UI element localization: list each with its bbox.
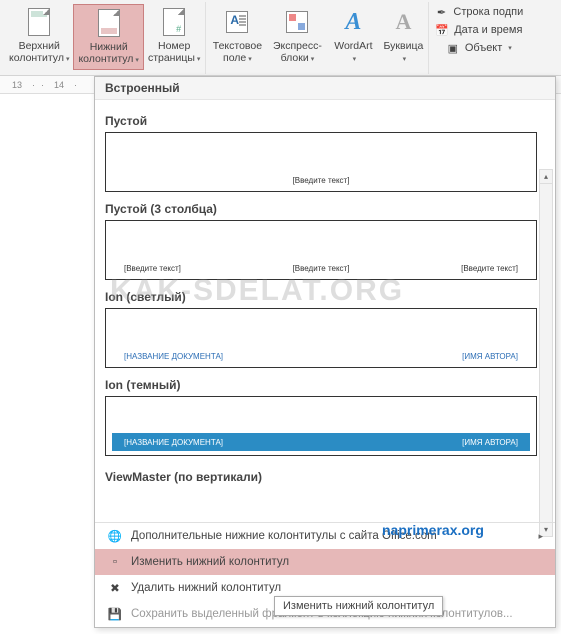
ribbon-group-insert-side: ✒ Строка подпи 📅 Дата и время ▣ Объект ▾ <box>429 2 527 74</box>
dropcap-button[interactable]: A Буквица ▾ <box>379 4 427 68</box>
placeholder-text: [Введите текст] <box>293 264 350 273</box>
wordart-label1: WordArt <box>334 40 372 52</box>
quickparts-button[interactable]: Экспресс-блоки▾ <box>267 4 327 68</box>
delete-icon: ✖ <box>107 580 123 596</box>
placeholder-author: [ИМЯ АВТОРА] <box>462 438 518 447</box>
wordart-icon: A <box>337 6 369 38</box>
chevron-right-icon: ▸ <box>538 531 543 542</box>
gallery-section-title-empty: Пустой <box>105 114 537 128</box>
header-button[interactable]: Верхнийколонтитул▾ <box>5 4 73 70</box>
pagenum-label2: страницы <box>148 52 195 64</box>
object-label: Объект <box>465 42 502 54</box>
chevron-down-icon: ▾ <box>248 56 252 63</box>
edit-footer-button[interactable]: ▫ Изменить нижний колонтитул <box>95 549 555 575</box>
gallery-section-title-iondark: Ion (темный) <box>105 378 537 392</box>
placeholder-text: [Введите текст] <box>124 264 181 273</box>
page-icon: ▫ <box>107 554 123 570</box>
textbox-label1: Текстовое <box>213 40 262 52</box>
gallery-item-empty3[interactable]: [Введите текст] [Введите текст] [Введите… <box>105 220 537 280</box>
header-label1: Верхний <box>19 40 60 52</box>
more-footers-button[interactable]: 🌐 Дополнительные нижние колонтитулы с са… <box>95 523 555 549</box>
object-button[interactable]: ▣ Объект ▾ <box>445 40 512 56</box>
placeholder-author: [ИМЯ АВТОРА] <box>462 352 518 361</box>
chevron-down-icon: ▾ <box>508 44 512 52</box>
placeholder-doc: [НАЗВАНИЕ ДОКУМЕНТА] <box>124 352 223 361</box>
gallery-section-title-ionlight: Ion (светлый) <box>105 290 537 304</box>
wordart-button[interactable]: A WordArt ▾ <box>327 4 379 68</box>
placeholder-doc: [НАЗВАНИЕ ДОКУМЕНТА] <box>124 438 223 447</box>
header-label2: колонтитул <box>9 52 64 64</box>
placeholder-text: [Введите текст] <box>461 264 518 273</box>
pagenumber-icon <box>158 6 190 38</box>
scrollbar[interactable]: ▴ ▾ <box>539 169 553 537</box>
datetime-label: Дата и время <box>454 24 522 36</box>
gallery-section-title-empty3: Пустой (3 столбца) <box>105 202 537 216</box>
footer-gallery-dropdown: Встроенный Пустой [Введите текст] Пустой… <box>94 76 556 628</box>
signature-icon: ✒ <box>433 4 449 20</box>
chevron-down-icon: ▾ <box>66 56 70 63</box>
gallery-item-empty[interactable]: [Введите текст] <box>105 132 537 192</box>
chevron-down-icon: ▾ <box>135 57 139 64</box>
placeholder-text: [Введите текст] <box>293 176 350 185</box>
footer-label1: Нижний <box>90 41 128 53</box>
office-icon: 🌐 <box>107 528 123 544</box>
header-icon <box>23 6 55 38</box>
gallery-item-iondark[interactable]: [НАЗВАНИЕ ДОКУМЕНТА] [ИМЯ АВТОРА] <box>105 396 537 456</box>
object-icon: ▣ <box>445 40 461 56</box>
signature-line-button[interactable]: ✒ Строка подпи <box>433 4 523 20</box>
scroll-up-icon[interactable]: ▴ <box>540 170 552 184</box>
pagenum-label1: Номер <box>158 40 190 52</box>
textbox-button[interactable]: Текстовоеполе▾ <box>207 4 267 68</box>
quickparts-icon <box>281 6 313 38</box>
calendar-icon: 📅 <box>434 22 450 38</box>
pagenumber-button[interactable]: Номерстраницы▾ <box>144 4 204 70</box>
save-icon: 💾 <box>107 606 123 622</box>
footer-icon <box>93 7 125 39</box>
chevron-down-icon: ▾ <box>403 56 407 63</box>
remove-footer-label: Удалить нижний колонтитул <box>131 582 281 594</box>
chevron-down-icon: ▾ <box>311 56 315 63</box>
gallery-body: Пустой [Введите текст] Пустой (3 столбца… <box>95 100 555 522</box>
ribbon-group-headerfooter: Верхнийколонтитул▾ Нижнийколонтитул▾ Ном… <box>4 2 206 74</box>
more-footers-label: Дополнительные нижние колонтитулы с сайт… <box>131 530 437 542</box>
ribbon-group-text: Текстовоеполе▾ Экспресс-блоки▾ A WordArt… <box>206 2 429 74</box>
footer-button[interactable]: Нижнийколонтитул▾ <box>73 4 143 70</box>
ribbon: Верхнийколонтитул▾ Нижнийколонтитул▾ Ном… <box>0 0 561 76</box>
textbox-icon <box>221 6 253 38</box>
gallery-item-ionlight[interactable]: [НАЗВАНИЕ ДОКУМЕНТА] [ИМЯ АВТОРА] <box>105 308 537 368</box>
express-label2: блоки <box>281 52 309 64</box>
edit-footer-label: Изменить нижний колонтитул <box>131 556 289 568</box>
tooltip: Изменить нижний колонтитул <box>274 596 443 616</box>
datetime-button[interactable]: 📅 Дата и время <box>434 22 522 38</box>
gallery-header: Встроенный <box>95 77 555 100</box>
chevron-down-icon: ▾ <box>197 56 201 63</box>
ruler-tick: 13 <box>8 80 26 90</box>
signature-label: Строка подпи <box>453 6 523 18</box>
textbox-label2: поле <box>223 52 246 64</box>
dropcap-label1: Буквица <box>384 40 424 52</box>
ruler-tick: 14 <box>50 80 68 90</box>
dropcap-icon: A <box>387 6 419 38</box>
express-label1: Экспресс- <box>273 40 322 52</box>
gallery-section-title-viewmaster: ViewMaster (по вертикали) <box>105 470 537 484</box>
chevron-down-icon: ▾ <box>353 56 357 63</box>
footer-label2: колонтитул <box>78 53 133 65</box>
